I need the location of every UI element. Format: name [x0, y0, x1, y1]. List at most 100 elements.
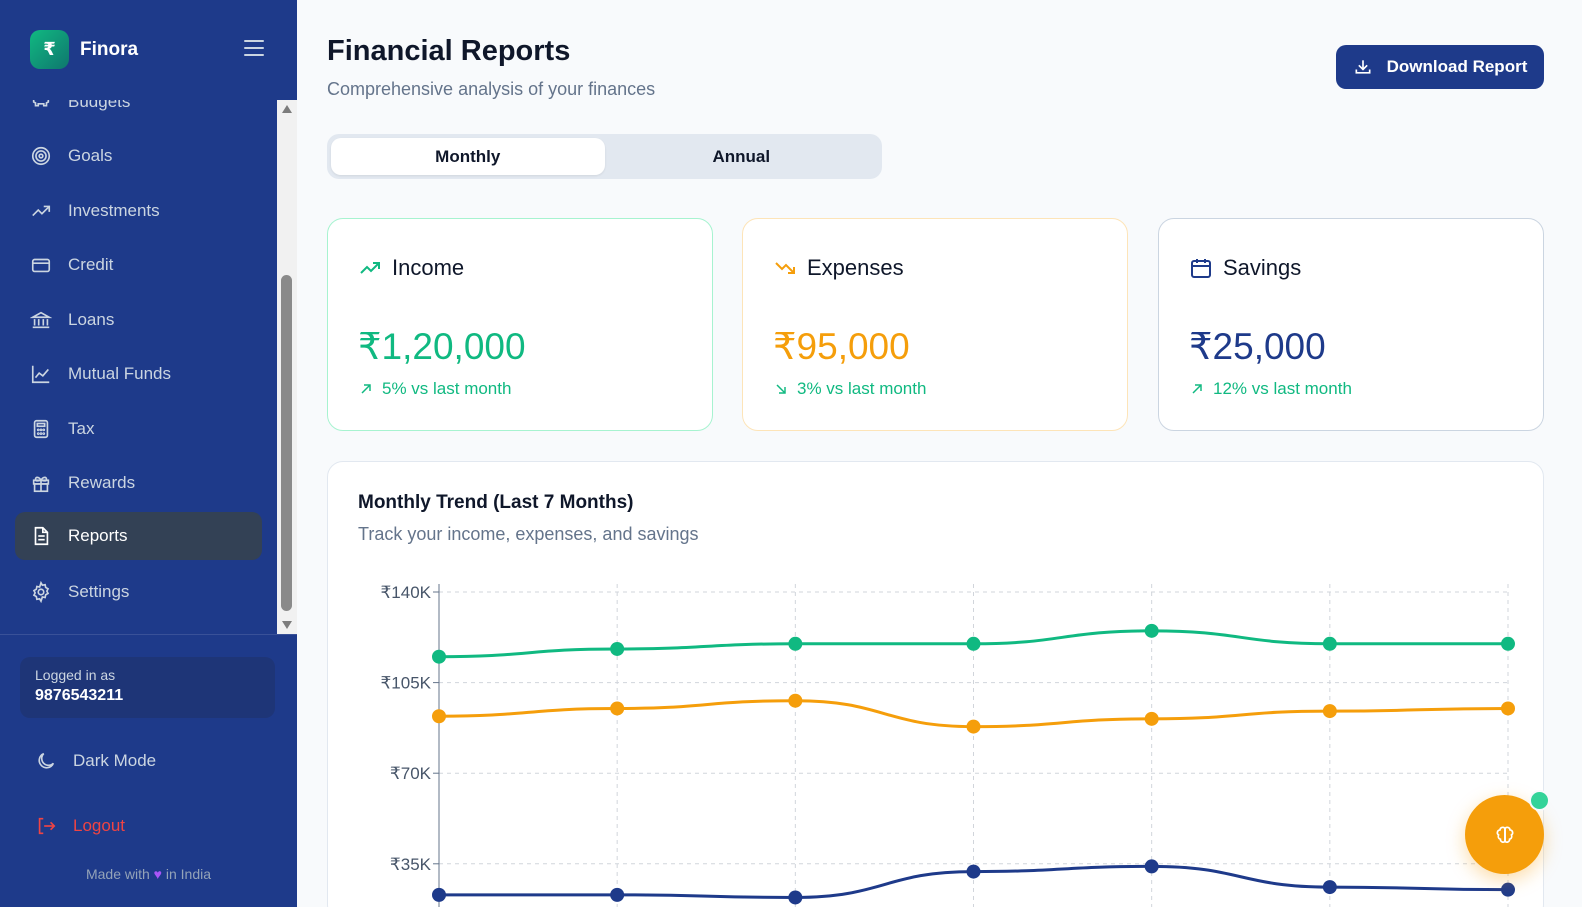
y-tick-label: ₹35K [390, 855, 432, 874]
footer-suffix: in India [165, 866, 212, 882]
sidebar-item-mutual-funds[interactable]: Mutual Funds [15, 350, 262, 398]
page-subtitle: Comprehensive analysis of your finances [327, 79, 656, 99]
savings-data-point [610, 887, 625, 902]
logout-label: Logout [73, 816, 125, 835]
hamburger-menu-icon[interactable] [244, 40, 264, 56]
expenses-data-point [1501, 701, 1515, 716]
user-info: Logged in as 9876543211 [20, 657, 275, 718]
trending-up-icon [360, 262, 380, 274]
sidebar-item-credit[interactable]: Credit [15, 241, 262, 289]
calculator-icon [33, 419, 49, 439]
brand-name: Finora [80, 38, 139, 60]
sidebar-item-label: Budgets [68, 100, 131, 111]
logout-button[interactable]: Logout [35, 815, 125, 837]
sidebar-item-loans[interactable]: Loans [15, 296, 262, 344]
footer-prefix: Made with [85, 866, 150, 882]
scroll-thumb[interactable] [281, 275, 292, 611]
sidebar-item-tax[interactable]: Tax [15, 405, 262, 453]
download-label: Download Report [1386, 57, 1528, 76]
expenses-label: Expenses [807, 255, 904, 280]
expenses-data-point [610, 701, 625, 716]
bank-icon [30, 311, 52, 329]
dark-mode-toggle[interactable]: Dark Mode [35, 750, 156, 772]
user-phone: 9876543211 [35, 687, 124, 704]
sidebar-item-reports[interactable]: Reports [15, 512, 262, 560]
trending-up-icon [32, 205, 51, 217]
tab-monthly[interactable]: Monthly [331, 138, 605, 175]
trending-down-icon [775, 262, 795, 274]
period-toggle: Monthly Annual [327, 134, 882, 179]
savings-data-point [1501, 882, 1515, 897]
scroll-up-arrow-icon[interactable] [282, 105, 292, 113]
income-data-point [1501, 636, 1515, 651]
y-tick-label: ₹70K [390, 764, 432, 783]
brand[interactable]: ₹ Finora [30, 30, 138, 69]
sidebar-item-rewards[interactable]: Rewards [15, 459, 262, 507]
scroll-down-arrow-icon[interactable] [282, 621, 292, 629]
y-tick-label: ₹105K [380, 674, 431, 693]
gear-icon [32, 581, 50, 603]
savings-change-text: 12% vs last month [1213, 379, 1352, 398]
brand-logo: ₹ [30, 30, 69, 69]
sidebar: ₹ Finora Budgets Goals Investments Credi… [0, 0, 297, 907]
moon-icon [38, 752, 55, 769]
heart-icon: ♥ [153, 866, 162, 882]
income-data-point [1144, 623, 1159, 638]
income-change: 5% vs last month [358, 379, 511, 399]
expenses-card: Expenses ₹95,000 3% vs last month [742, 218, 1128, 431]
savings-data-point [1322, 880, 1337, 895]
sidebar-item-label: Credit [68, 255, 114, 274]
income-data-point [610, 641, 625, 656]
download-report-button[interactable]: Download Report [1336, 45, 1544, 89]
gift-icon [32, 476, 50, 493]
dark-mode-label: Dark Mode [73, 751, 157, 770]
income-change-text: 5% vs last month [382, 379, 512, 398]
sidebar-item-label: Goals [68, 146, 113, 165]
download-icon [1355, 60, 1371, 74]
expenses-change: 3% vs last month [773, 379, 926, 399]
expenses-data-point [788, 693, 803, 708]
income-data-point [788, 636, 803, 651]
arrow-up-right-icon [1192, 384, 1202, 394]
sidebar-scrollbar[interactable] [277, 100, 297, 634]
footer-credit: Made with ♥ in India [0, 866, 297, 882]
income-data-point [1322, 636, 1337, 651]
online-status-dot [1529, 790, 1550, 811]
income-label: Income [392, 255, 465, 280]
savings-card-header: Savings [1189, 255, 1301, 281]
credit-card-icon [31, 258, 51, 273]
monthly-trend-card: Monthly Trend (Last 7 Months) Track your… [327, 461, 1544, 907]
tab-annual[interactable]: Annual [605, 138, 879, 175]
income-data-point [966, 636, 981, 651]
income-value: ₹1,20,000 [358, 326, 526, 367]
income-data-point [432, 649, 446, 664]
arrow-up-right-icon [361, 384, 371, 394]
savings-data-point [966, 864, 981, 879]
user-label: Logged in as [35, 667, 116, 683]
sidebar-item-settings[interactable]: Settings [15, 568, 262, 616]
expenses-value: ₹95,000 [773, 326, 910, 367]
expenses-data-point [1322, 704, 1337, 719]
sidebar-item-label: Settings [68, 582, 130, 601]
expenses-data-point [1144, 711, 1159, 726]
expenses-card-header: Expenses [773, 255, 904, 281]
savings-data-point [1144, 859, 1159, 874]
sidebar-item-goals[interactable]: Goals [15, 132, 262, 180]
logout-icon [38, 817, 56, 835]
brain-icon [1496, 826, 1513, 843]
sidebar-item-label: Reports [68, 526, 128, 545]
calendar-icon [1191, 259, 1211, 278]
target-icon [31, 146, 51, 166]
piggy-bank-icon [32, 100, 50, 107]
expenses-change-text: 3% vs last month [797, 379, 927, 398]
sidebar-item-budgets[interactable]: Budgets [15, 100, 262, 126]
sidebar-item-label: Tax [68, 419, 95, 438]
expenses-data-point [966, 719, 981, 734]
savings-data-point [432, 887, 446, 902]
savings-label: Savings [1223, 255, 1302, 280]
sidebar-item-label: Investments [68, 201, 160, 220]
line-chart-icon [31, 365, 50, 384]
sidebar-item-label: Mutual Funds [68, 364, 171, 383]
sidebar-item-investments[interactable]: Investments [15, 187, 262, 235]
y-tick-label: ₹140K [380, 583, 431, 602]
